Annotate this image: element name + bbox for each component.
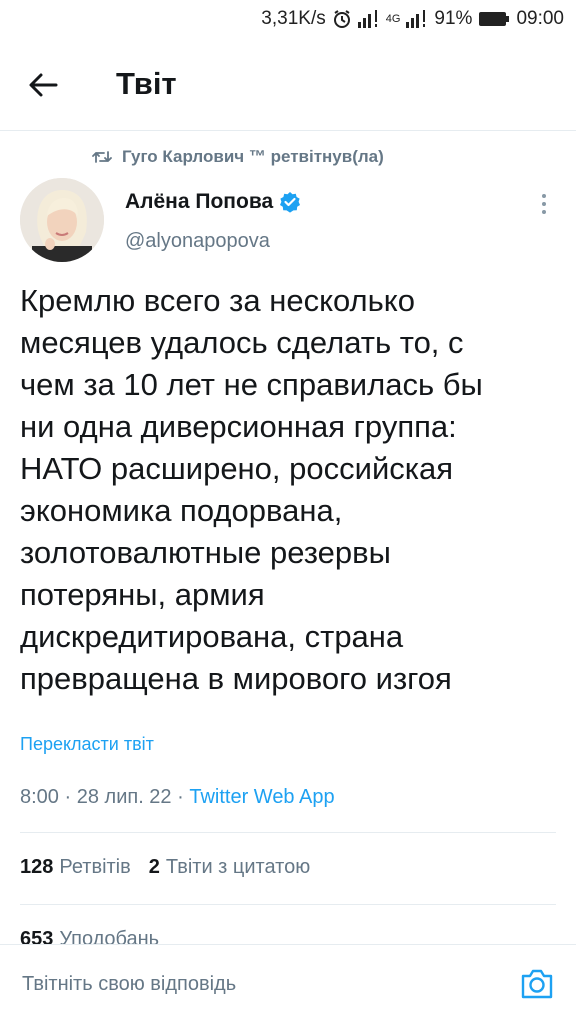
retweets-count: 128 (20, 856, 54, 878)
verified-badge-icon (280, 192, 301, 213)
quotes-label: Твіти з цитатою (165, 856, 311, 878)
tweet-time: 8:00 (20, 786, 59, 808)
retweets-stat[interactable]: 128 Ретвітів (20, 856, 131, 879)
author-name[interactable]: Алёна Попова (125, 190, 301, 214)
retweet-attribution[interactable]: Гуго Карлович ™ ретвітнув(ла) (92, 144, 384, 170)
signal-icon (357, 10, 377, 28)
tweet-line: потеряны, армия (20, 577, 265, 612)
likes-count: 653 (20, 928, 54, 944)
tweet-line: чем за 10 лет не справилась бы (20, 367, 483, 402)
more-vertical-icon (542, 194, 546, 214)
likes-label: Уподобань (59, 928, 160, 944)
tweet-line: НАТО расширено, российская (20, 451, 454, 486)
camera-button[interactable] (518, 965, 556, 1003)
signal-4g-icon (406, 10, 426, 28)
tweet-line: экономика подорвана, (20, 493, 343, 528)
network-speed: 3,31K/s (261, 8, 326, 29)
tweet-line: ни одна диверсионная группа: (20, 409, 457, 444)
page-title: Твіт (116, 66, 177, 101)
tweet-line: дискредитирована, страна (20, 619, 404, 654)
tweet-text: Кремлю всего за несколько месяцев удалос… (20, 280, 560, 700)
alarm-icon (333, 10, 350, 28)
quotes-count: 2 (148, 856, 160, 878)
network-type: 4G (385, 13, 401, 25)
reply-input[interactable]: Твітніть свою відповідь (22, 973, 236, 996)
avatar[interactable] (20, 178, 104, 262)
meta-separator: · (64, 786, 77, 808)
battery-percent: 91% (434, 8, 473, 29)
retweets-label: Ретвітів (59, 856, 131, 878)
divider (20, 832, 556, 833)
arrow-left-icon (29, 73, 58, 97)
tweet-metadata: 8:00 · 28 лип. 22 · Twitter Web App (20, 786, 335, 809)
tweet-line: превращена в мирового изгоя (20, 661, 452, 696)
camera-icon (521, 969, 553, 999)
tweet-stats: 128 Ретвітів 2 Твіти з цитатою (20, 856, 310, 879)
author-handle[interactable]: @alyonapopova (125, 230, 270, 253)
translate-tweet-link[interactable]: Перекласти твіт (20, 734, 154, 755)
retweet-text: Гуго Карлович ™ ретвітнув(ла) (122, 147, 384, 166)
tweet-line: Кремлю всего за несколько (20, 283, 415, 318)
back-button[interactable] (26, 68, 60, 102)
meta-separator: · (177, 786, 190, 808)
tweet-line: месяцев удалось сделать то, с (20, 325, 464, 360)
tweet-source-link[interactable]: Twitter Web App (189, 786, 334, 808)
avatar-image (20, 178, 104, 262)
app-header: Твіт (0, 38, 576, 131)
tweet-line: золотовалютные резервы (20, 535, 391, 570)
author-name-text: Алёна Попова (125, 190, 274, 213)
retweet-icon (92, 151, 112, 163)
reply-bar: Твітніть свою відповідь (0, 944, 576, 1025)
tweet-date: 28 лип. 22 (76, 786, 172, 808)
quotes-stat[interactable]: 2 Твіти з цитатою (149, 856, 310, 879)
divider (20, 904, 556, 905)
more-options-button[interactable] (530, 190, 558, 218)
likes-stat[interactable]: 653 Уподобань (20, 928, 159, 944)
battery-icon (479, 12, 510, 26)
status-bar: 3,31K/s 4G 91% 09:00 (0, 0, 576, 38)
clock: 09:00 (516, 8, 564, 29)
